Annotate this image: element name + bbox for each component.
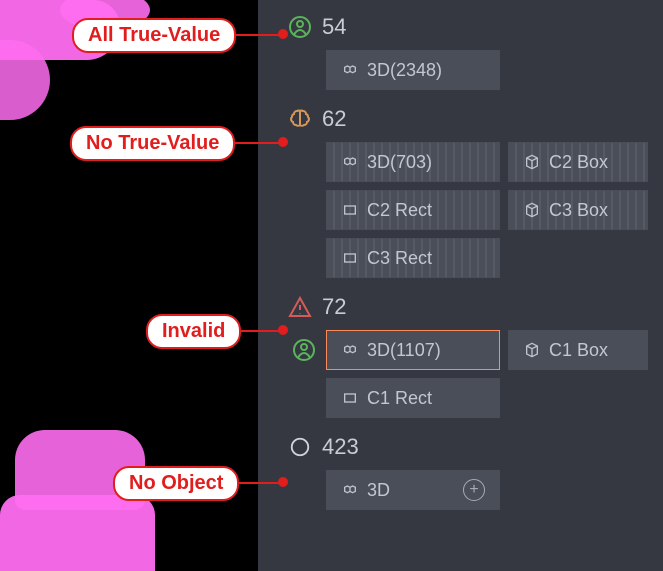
group-count: 54 <box>322 14 346 40</box>
chip-label: C2 Rect <box>367 200 432 221</box>
chip-3d-1107[interactable]: 3D(1107) <box>326 330 500 370</box>
chip-label: C3 Box <box>549 200 608 221</box>
chip-3d-703[interactable]: 3D(703) <box>326 142 500 182</box>
rect-icon <box>341 249 359 267</box>
chip-label: C3 Rect <box>367 248 432 269</box>
group-62: 62 3D(703) C2 Box C2 Rect <box>258 100 663 278</box>
chip-c2-box[interactable]: C2 Box <box>508 142 648 182</box>
chip-label: 3D(703) <box>367 152 432 173</box>
pointcloud-car <box>0 495 155 571</box>
group-54: 54 3D(2348) <box>258 8 663 90</box>
rect-icon <box>341 389 359 407</box>
callout-invalid: Invalid <box>146 314 241 349</box>
callout-no-object: No Object <box>113 466 239 501</box>
group-header-423[interactable]: 423 <box>258 428 663 470</box>
group-count: 62 <box>322 106 346 132</box>
group-header-72[interactable]: 72 <box>258 288 663 330</box>
cubes-icon <box>341 153 359 171</box>
group-72: 72 3D(1107) C1 Box C1 <box>258 288 663 418</box>
person-icon <box>288 15 312 39</box>
callout-all-true: All True-Value <box>72 18 236 53</box>
chip-c1-box[interactable]: C1 Box <box>508 330 648 370</box>
chip-label: 3D(1107) <box>367 340 441 361</box>
callout-dot <box>278 29 288 39</box>
chip-label: 3D(2348) <box>367 60 442 81</box>
callout-dot <box>278 137 288 147</box>
chip-c2-rect[interactable]: C2 Rect <box>326 190 500 230</box>
cubes-icon <box>341 61 359 79</box>
chip-c3-rect[interactable]: C3 Rect <box>326 238 500 278</box>
group-header-54[interactable]: 54 <box>258 8 663 50</box>
group-423: 423 3D + <box>258 428 663 510</box>
chip-label: C2 Box <box>549 152 608 173</box>
callout-leader <box>232 482 280 484</box>
chip-label: 3D <box>367 480 390 501</box>
cube-icon <box>523 341 541 359</box>
cubes-icon <box>341 481 359 499</box>
group-header-62[interactable]: 62 <box>258 100 663 142</box>
callout-no-true: No True-Value <box>70 126 235 161</box>
rect-icon <box>341 201 359 219</box>
cube-icon <box>523 153 541 171</box>
chip-c1-rect[interactable]: C1 Rect <box>326 378 500 418</box>
callout-dot <box>278 325 288 335</box>
chip-c3-box[interactable]: C3 Box <box>508 190 648 230</box>
circle-icon <box>288 435 312 459</box>
chip-label: C1 Box <box>549 340 608 361</box>
cubes-icon <box>341 341 359 359</box>
cube-icon <box>523 201 541 219</box>
callout-dot <box>278 477 288 487</box>
group-count: 72 <box>322 294 346 320</box>
annotation-panel: 54 3D(2348) 62 3D(703) <box>258 0 663 571</box>
plus-icon[interactable]: + <box>463 479 485 501</box>
chip-3d-2348[interactable]: 3D(2348) <box>326 50 500 90</box>
warning-icon <box>288 295 312 319</box>
person-icon <box>292 338 316 362</box>
chip-label: C1 Rect <box>367 388 432 409</box>
brain-icon <box>288 107 312 131</box>
chip-3d-add[interactable]: 3D + <box>326 470 500 510</box>
group-count: 423 <box>322 434 359 460</box>
